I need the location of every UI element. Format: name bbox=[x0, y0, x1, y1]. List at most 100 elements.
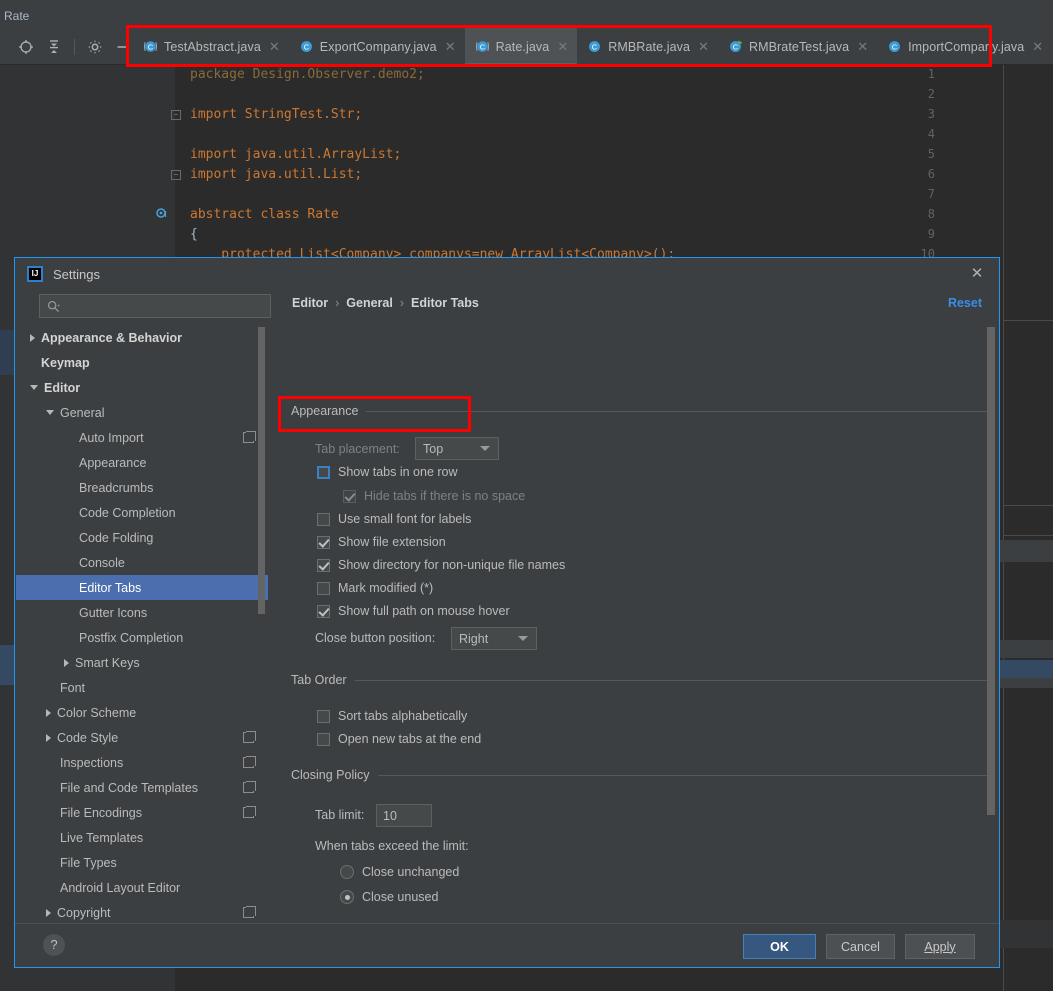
tree-item-color-scheme[interactable]: Color Scheme bbox=[16, 700, 268, 725]
help-button[interactable]: ? bbox=[43, 934, 65, 956]
tree-item-code-completion[interactable]: Code Completion bbox=[16, 500, 268, 525]
chevron-down-icon[interactable] bbox=[30, 385, 38, 390]
tree-item-font[interactable]: Font bbox=[16, 675, 268, 700]
use-small-font-checkbox[interactable] bbox=[317, 512, 330, 526]
implementation-marker-icon[interactable] bbox=[156, 208, 168, 220]
close-icon[interactable]: ✕ bbox=[557, 40, 568, 53]
settings-gear-icon[interactable] bbox=[87, 39, 103, 55]
collapse-all-icon[interactable] bbox=[46, 39, 62, 55]
editor-tab-exportcompany[interactable]: C ExportCompany.java ✕ bbox=[289, 28, 465, 65]
line-number: 4 bbox=[927, 127, 935, 141]
close-icon[interactable]: ✕ bbox=[269, 40, 280, 53]
editor-tab-rmbrate[interactable]: C RMBRate.java ✕ bbox=[577, 28, 718, 65]
close-unchanged-radio[interactable] bbox=[340, 865, 354, 879]
close-unused-row[interactable]: Close unused bbox=[340, 890, 438, 904]
close-icon[interactable]: ✕ bbox=[857, 40, 868, 53]
close-icon[interactable]: ✕ bbox=[968, 265, 986, 283]
tree-item-file-types[interactable]: File Types bbox=[16, 850, 268, 875]
tree-item-smart-keys[interactable]: Smart Keys bbox=[16, 650, 268, 675]
close-icon[interactable]: ✕ bbox=[698, 40, 709, 53]
tree-item-code-style[interactable]: Code Style bbox=[16, 725, 268, 750]
mark-modified-row[interactable]: Mark modified (*) bbox=[317, 581, 433, 595]
tree-item-code-folding[interactable]: Code Folding bbox=[16, 525, 268, 550]
editor-tab-importcompany[interactable]: C ImportCompany.java ✕ bbox=[877, 28, 1052, 65]
tree-item-general[interactable]: General bbox=[16, 400, 268, 425]
tree-item-label: Code Folding bbox=[79, 530, 154, 545]
tree-item-appearance-and-behavior[interactable]: Appearance & Behavior bbox=[16, 325, 268, 350]
chevron-right-icon[interactable] bbox=[30, 333, 35, 342]
tree-item-live-templates[interactable]: Live Templates bbox=[16, 825, 268, 850]
chevron-right-icon[interactable] bbox=[46, 908, 51, 917]
tree-item-editor[interactable]: Editor bbox=[16, 375, 268, 400]
tree-item-file-encodings[interactable]: File Encodings bbox=[16, 800, 268, 825]
line-number: 6 bbox=[927, 167, 935, 181]
mark-modified-checkbox[interactable] bbox=[317, 581, 330, 595]
show-file-extension-checkbox[interactable] bbox=[317, 535, 330, 549]
line-number: 9 bbox=[927, 227, 935, 241]
tab-limit-input[interactable]: 10 bbox=[376, 804, 432, 827]
editor-split-line bbox=[1003, 65, 1004, 991]
sort-tabs-alphabetically-checkbox[interactable] bbox=[317, 709, 330, 723]
panel-scrollbar[interactable] bbox=[987, 327, 995, 815]
settings-search[interactable] bbox=[39, 294, 271, 318]
tree-scrollbar[interactable] bbox=[258, 327, 265, 614]
tree-item-file-and-code-templates[interactable]: File and Code Templates bbox=[16, 775, 268, 800]
locate-icon[interactable] bbox=[18, 39, 34, 55]
close-icon[interactable]: ✕ bbox=[445, 40, 456, 53]
settings-tree[interactable]: Appearance & Behavior Keymap Editor Gene… bbox=[16, 325, 268, 924]
tree-item-auto-import[interactable]: Auto Import bbox=[16, 425, 268, 450]
breadcrumb-item-editor-tabs[interactable]: Editor Tabs bbox=[411, 296, 479, 310]
cancel-button[interactable]: Cancel bbox=[826, 934, 895, 959]
editor-tab-testabstract[interactable]: C TestAbstract.java ✕ bbox=[133, 28, 289, 65]
chevron-right-icon[interactable] bbox=[46, 733, 51, 742]
chevron-right-icon[interactable] bbox=[64, 658, 69, 667]
tree-item-postfix-completion[interactable]: Postfix Completion bbox=[16, 625, 268, 650]
tree-item-editor-tabs[interactable]: Editor Tabs bbox=[16, 575, 268, 600]
editor-tab-rmbratetest[interactable]: C RMBrateTest.java ✕ bbox=[718, 28, 877, 65]
chevron-right-icon[interactable] bbox=[46, 708, 51, 717]
ok-button[interactable]: OK bbox=[743, 934, 816, 959]
open-new-tabs-at-end-checkbox[interactable] bbox=[317, 732, 330, 746]
tree-item-android-layout-editor[interactable]: Android Layout Editor bbox=[16, 875, 268, 900]
show-tabs-one-row-checkbox[interactable] bbox=[317, 465, 330, 479]
close-icon[interactable]: ✕ bbox=[1032, 40, 1043, 53]
line-number: 7 bbox=[927, 187, 935, 201]
editor-tab-rate[interactable]: C Rate.java ✕ bbox=[464, 28, 578, 65]
close-unused-radio[interactable] bbox=[340, 890, 354, 904]
sort-tabs-alphabetically-row[interactable]: Sort tabs alphabetically bbox=[317, 709, 467, 723]
show-full-path-row[interactable]: Show full path on mouse hover bbox=[317, 604, 510, 618]
tree-item-keymap[interactable]: Keymap bbox=[16, 350, 268, 375]
code-fold-icon[interactable]: − bbox=[171, 110, 181, 120]
chevron-down-icon[interactable] bbox=[46, 410, 54, 415]
tree-item-appearance[interactable]: Appearance bbox=[16, 450, 268, 475]
editor-tab-toolbar bbox=[18, 28, 131, 65]
open-new-tabs-at-end-label: Open new tabs at the end bbox=[338, 732, 482, 746]
close-button-position-dropdown[interactable]: Right bbox=[451, 627, 537, 650]
tree-item-copyright[interactable]: Copyright bbox=[16, 900, 268, 924]
dialog-title: Settings bbox=[53, 266, 100, 282]
show-directory-checkbox[interactable] bbox=[317, 558, 330, 572]
hide-tabs-no-space-row[interactable]: Hide tabs if there is no space bbox=[343, 489, 525, 503]
close-unchanged-row[interactable]: Close unchanged bbox=[340, 865, 459, 879]
tree-item-gutter-icons[interactable]: Gutter Icons bbox=[16, 600, 268, 625]
show-file-extension-row[interactable]: Show file extension bbox=[317, 535, 446, 549]
show-directory-row[interactable]: Show directory for non-unique file names bbox=[317, 558, 565, 572]
breadcrumb-item-editor[interactable]: Editor bbox=[292, 296, 328, 310]
tree-item-breadcrumbs[interactable]: Breadcrumbs bbox=[16, 475, 268, 500]
tree-item-inspections[interactable]: Inspections bbox=[16, 750, 268, 775]
group-header-tab-order: Tab Order bbox=[291, 673, 987, 687]
breadcrumb-item-general[interactable]: General bbox=[346, 296, 393, 310]
hide-tabs-no-space-checkbox[interactable] bbox=[343, 489, 356, 503]
reset-link[interactable]: Reset bbox=[948, 296, 982, 310]
open-new-tabs-at-end-row[interactable]: Open new tabs at the end bbox=[317, 732, 481, 746]
apply-button[interactable]: Apply bbox=[905, 934, 975, 959]
tree-item-console[interactable]: Console bbox=[16, 550, 268, 575]
use-small-font-row[interactable]: Use small font for labels bbox=[317, 512, 471, 526]
search-input[interactable] bbox=[64, 298, 234, 314]
tab-placement-dropdown[interactable]: Top bbox=[415, 437, 499, 460]
code-fold-icon[interactable]: − bbox=[171, 170, 181, 180]
show-full-path-checkbox[interactable] bbox=[317, 604, 330, 618]
show-tabs-one-row-row[interactable]: Show tabs in one row bbox=[317, 465, 458, 479]
class-icon: C bbox=[887, 39, 902, 54]
minimize-icon[interactable] bbox=[115, 39, 131, 55]
